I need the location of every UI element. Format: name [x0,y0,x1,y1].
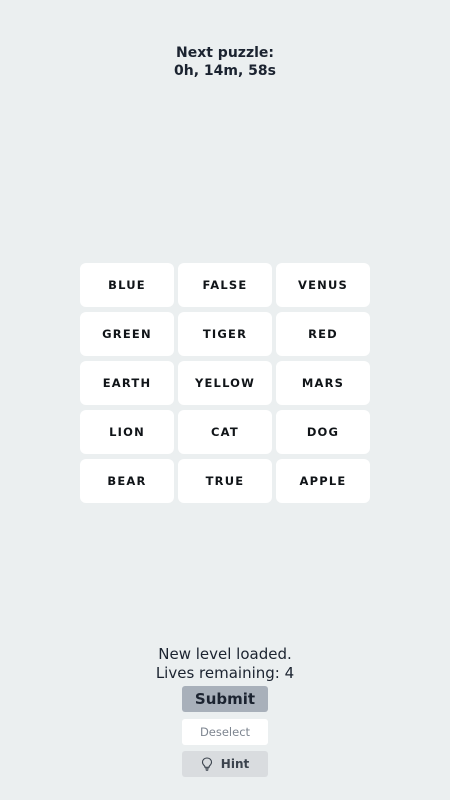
hint-button[interactable]: Hint [182,751,268,777]
word-tile[interactable]: CAT [178,410,272,454]
word-tile[interactable]: EARTH [80,361,174,405]
hint-label: Hint [220,757,250,771]
status-message: New level loaded. [158,645,292,663]
word-tile[interactable]: MARS [276,361,370,405]
word-tile[interactable]: FALSE [178,263,272,307]
word-tile[interactable]: VENUS [276,263,370,307]
word-tile[interactable]: TIGER [178,312,272,356]
word-tile[interactable]: APPLE [276,459,370,503]
word-tile[interactable]: TRUE [178,459,272,503]
word-tile[interactable]: YELLOW [178,361,272,405]
lives-remaining: Lives remaining: 4 [155,664,295,682]
word-tile[interactable]: BEAR [80,459,174,503]
lightbulb-icon [201,757,213,771]
word-tile[interactable]: RED [276,312,370,356]
next-puzzle-countdown: Next puzzle: 0h, 14m, 58s [0,44,450,80]
word-tile[interactable]: BLUE [80,263,174,307]
deselect-label: Deselect [199,725,251,739]
status-panel: New level loaded. Lives remaining: 4 [0,645,450,683]
submit-label: Submit [194,690,256,708]
submit-button[interactable]: Submit [182,686,268,712]
word-tile[interactable]: DOG [276,410,370,454]
next-puzzle-label: Next puzzle: [176,45,274,61]
next-puzzle-timer: 0h, 14m, 58s [174,63,276,79]
word-grid: BLUE FALSE VENUS GREEN TIGER RED EARTH Y… [80,263,370,503]
word-tile[interactable]: GREEN [80,312,174,356]
deselect-button[interactable]: Deselect [182,719,268,745]
word-tile[interactable]: LION [80,410,174,454]
